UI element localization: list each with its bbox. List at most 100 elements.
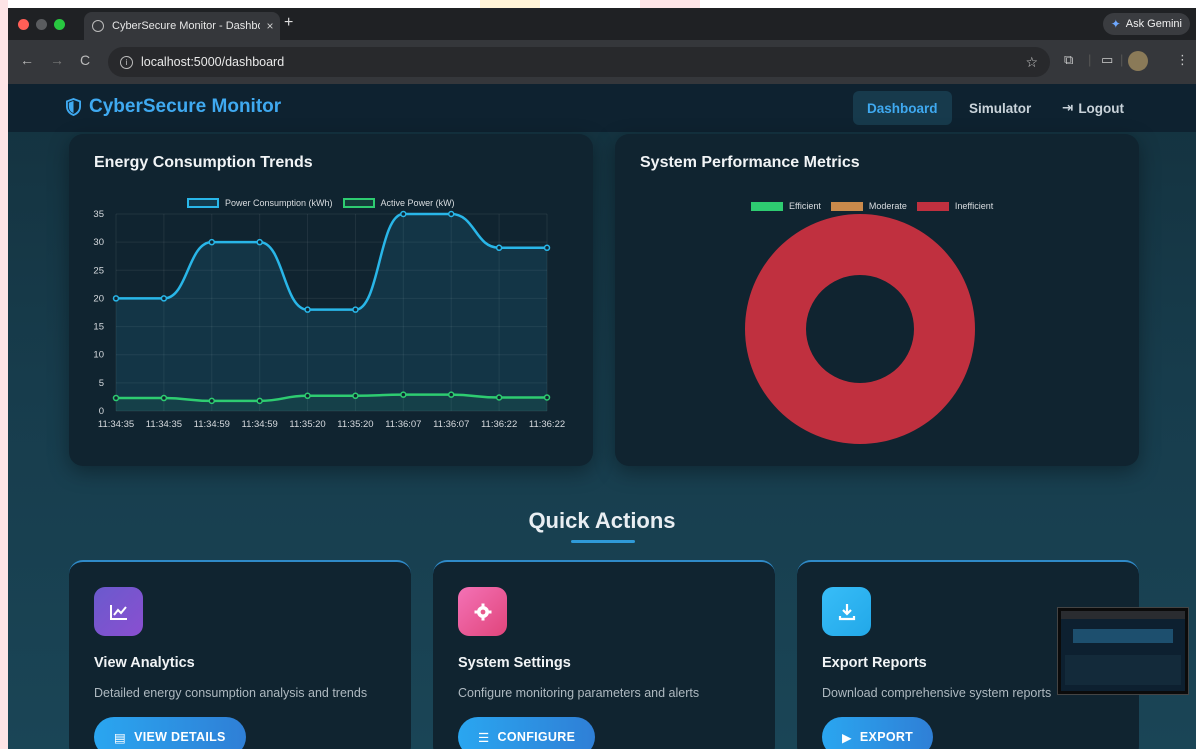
maximize-window-button[interactable] (54, 19, 65, 30)
data-point-active-power (304, 392, 311, 400)
data-point-active-power (112, 394, 120, 402)
minimize-window-button[interactable] (36, 19, 47, 30)
data-point-power-consumption (400, 210, 407, 218)
action-title-settings: System Settings (458, 655, 571, 671)
data-point-power-consumption (543, 244, 551, 252)
data-point-active-power (447, 391, 455, 398)
export-button[interactable]: ▶ EXPORT (822, 717, 934, 749)
tab-bar: CyberSecure Monitor - Dashboard × + ✦ As… (8, 8, 1196, 40)
x-tick-label: 11:34:35 (98, 419, 134, 430)
chart-line-icon (94, 587, 143, 636)
view-details-label: VIEW DETAILS (134, 730, 226, 744)
data-point-power-consumption (495, 244, 503, 252)
menu-kebab-icon[interactable]: ⋮ (1176, 52, 1189, 68)
extensions-icon[interactable]: ⧉ (1064, 52, 1073, 68)
browser-tab[interactable]: CyberSecure Monitor - Dashboard × (84, 12, 280, 40)
x-tick-label: 11:36:22 (481, 419, 517, 430)
nav-logout[interactable]: ⇥ Logout (1048, 91, 1138, 125)
page-content: CyberSecure Monitor Dashboard Simulator … (8, 84, 1196, 749)
data-point-active-power (495, 394, 503, 401)
y-tick-label: 10 (93, 350, 104, 361)
brand-name: CyberSecure Monitor (89, 96, 282, 117)
x-tick-label: 11:36:07 (385, 419, 421, 430)
file-export-icon: ▶ (842, 730, 852, 745)
action-desc-export: Download comprehensive system reports (822, 686, 1052, 700)
data-point-power-consumption (256, 238, 263, 246)
quick-actions-title: Quick Actions (528, 508, 676, 533)
x-tick-label: 11:35:20 (337, 419, 373, 430)
y-tick-label: 20 (93, 293, 104, 304)
data-point-power-consumption (447, 210, 455, 218)
performance-doughnut-chart (745, 214, 975, 444)
y-tick-label: 15 (93, 322, 104, 333)
export-label: EXPORT (859, 730, 914, 744)
nav-dashboard[interactable]: Dashboard (853, 91, 952, 125)
globe-icon (92, 20, 104, 32)
profile-avatar[interactable] (1128, 51, 1148, 71)
y-tick-label: 0 (99, 406, 104, 417)
gear-icon (458, 587, 507, 636)
data-point-active-power (543, 394, 551, 401)
screenshot-thumbnail[interactable] (1058, 608, 1188, 694)
action-desc-analytics: Detailed energy consumption analysis and… (94, 686, 368, 700)
address-bar[interactable]: i localhost:5000/dashboard ☆ (108, 47, 1050, 77)
x-tick-label: 11:36:22 (529, 419, 565, 430)
site-info-icon[interactable]: i (120, 55, 133, 69)
gemini-sparkle-icon: ✦ (1110, 17, 1121, 31)
close-window-button[interactable] (18, 19, 29, 30)
bookmark-star-icon[interactable]: ☆ (1025, 54, 1038, 71)
energy-chart-card: Energy Consumption Trends Power Consumpt… (69, 134, 593, 466)
data-point-power-consumption (160, 295, 168, 302)
y-tick-label: 35 (93, 209, 104, 220)
action-card-settings: System Settings Configure monitoring par… (433, 560, 775, 749)
data-point-power-consumption (304, 306, 311, 313)
view-details-button[interactable]: ▤ VIEW DETAILS (94, 717, 246, 749)
data-point-active-power (352, 392, 359, 400)
y-tick-label: 5 (99, 378, 104, 389)
doughnut-slice-inefficient[interactable] (745, 214, 975, 444)
tab-close-icon[interactable]: × (260, 19, 280, 33)
shield-icon (66, 98, 81, 116)
ask-gemini-button[interactable]: ✦ Ask Gemini (1102, 13, 1190, 35)
data-point-active-power (400, 391, 407, 398)
quick-actions-underline (571, 540, 635, 543)
app-navbar: CyberSecure Monitor Dashboard Simulator … (8, 84, 1196, 132)
data-point-power-consumption (112, 295, 120, 302)
new-tab-button[interactable]: + (284, 14, 293, 32)
data-point-active-power (208, 397, 216, 405)
browser-toolbar: ← → C i localhost:5000/dashboard ☆ ⧉ | ▭… (8, 40, 1196, 84)
x-tick-label: 11:34:59 (194, 419, 230, 430)
background-stripe (0, 0, 8, 749)
action-title-analytics: View Analytics (94, 655, 195, 671)
action-desc-settings: Configure monitoring parameters and aler… (458, 686, 700, 700)
reading-list-icon[interactable]: ▭ (1101, 52, 1113, 68)
nav-simulator[interactable]: Simulator (955, 91, 1045, 125)
action-card-analytics: View Analytics Detailed energy consumpti… (69, 560, 411, 749)
x-tick-label: 11:34:35 (146, 419, 182, 430)
nav-logout-label: Logout (1078, 100, 1125, 116)
data-point-power-consumption (208, 238, 216, 246)
reload-icon[interactable]: C (80, 52, 90, 68)
data-point-power-consumption (352, 306, 359, 313)
configure-button[interactable]: ☰ CONFIGURE (458, 717, 596, 749)
performance-chart-card: System Performance Metrics Efficient Mod… (615, 134, 1139, 466)
x-tick-label: 11:36:07 (433, 419, 469, 430)
energy-line-chart: 0 5 10 15 20 25 30 35 11:34:35 11:34:35 11:34:59 11… (93, 209, 565, 430)
series-area-power-consumption (116, 214, 547, 411)
chart-bars-icon: ▤ (114, 730, 127, 745)
download-icon (822, 587, 871, 636)
url-text: localhost:5000/dashboard (141, 55, 285, 69)
ask-gemini-label: Ask Gemini (1125, 18, 1182, 30)
x-tick-label: 11:34:59 (242, 419, 278, 430)
browser-window: CyberSecure Monitor - Dashboard × + ✦ As… (8, 8, 1196, 749)
back-icon[interactable]: ← (20, 52, 34, 68)
sliders-icon: ☰ (478, 730, 490, 745)
data-point-active-power (256, 397, 263, 405)
tab-title: CyberSecure Monitor - Dashboard (112, 20, 260, 32)
action-title-export: Export Reports (822, 655, 927, 671)
y-tick-label: 30 (93, 237, 104, 248)
forward-icon[interactable]: → (50, 52, 64, 68)
brand-link[interactable]: CyberSecure Monitor (66, 96, 281, 118)
y-tick-label: 25 (93, 265, 104, 276)
configure-label: CONFIGURE (497, 730, 576, 744)
